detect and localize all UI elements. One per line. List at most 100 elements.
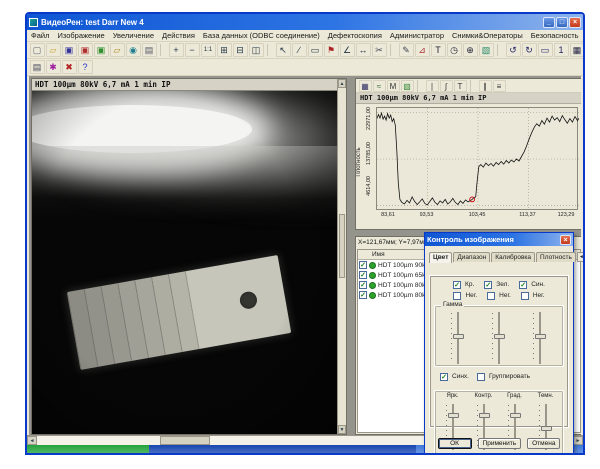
checkbox[interactable] <box>477 373 485 381</box>
tab-цвет[interactable]: Цвет <box>429 252 452 263</box>
checkbox[interactable]: ✓ <box>359 291 367 299</box>
close-button[interactable]: × <box>569 17 581 28</box>
checkbox[interactable]: ✓ <box>484 281 492 289</box>
dialog-title-bar[interactable]: Контроль изображения × <box>425 233 573 246</box>
menu-item-6[interactable]: Администратор <box>386 31 448 40</box>
rotate-left-icon[interactable]: ↺ <box>506 43 521 57</box>
xray-image[interactable] <box>32 91 337 434</box>
fit-window-icon[interactable]: ⊞ <box>217 43 232 57</box>
slider-thumb[interactable] <box>494 334 505 339</box>
minimize-view-icon[interactable]: ▭ <box>538 43 553 57</box>
checkbox-item-нег[interactable]: Нег. <box>521 292 545 300</box>
menu-item-0[interactable]: Файл <box>27 31 53 40</box>
report-icon[interactable]: ▤ <box>30 60 45 74</box>
checkbox[interactable] <box>453 292 461 300</box>
single-view-icon[interactable]: 1 <box>554 43 569 57</box>
checkbox[interactable] <box>521 292 529 300</box>
menu-item-7[interactable]: Снимки&Операторы <box>448 31 527 40</box>
cancel-button[interactable]: Отмена <box>527 438 560 449</box>
checkbox[interactable]: ✓ <box>519 281 527 289</box>
checkbox[interactable]: ✓ <box>440 373 448 381</box>
vertical-marker-icon[interactable]: ∣ <box>426 80 439 92</box>
tab-калибровка[interactable]: Калибровка <box>491 252 535 262</box>
pointer-icon[interactable]: ↖ <box>276 43 291 57</box>
tab-диапазон[interactable]: Диапазон <box>453 252 490 262</box>
color-graph-icon[interactable]: ▧ <box>401 80 414 92</box>
slider-gamma[interactable] <box>489 310 509 366</box>
checkbox[interactable]: ✓ <box>359 281 367 289</box>
pan-icon[interactable]: ↔ <box>356 43 371 57</box>
checkbox[interactable]: ✓ <box>359 261 367 269</box>
open-db-icon[interactable]: ▱ <box>110 43 125 57</box>
split-vertical-icon[interactable]: ◫ <box>249 43 264 57</box>
clock-tool-icon[interactable]: ◷ <box>447 43 462 57</box>
slider-thumb[interactable] <box>453 334 464 339</box>
data-table-icon[interactable]: ▦ <box>359 80 372 92</box>
measure-ruler-icon[interactable]: ▭ <box>308 43 323 57</box>
title-bar[interactable]: ВидеоРен: test Darr New 4 _ □ × <box>27 14 583 30</box>
checkbox-item-группировать[interactable]: Группировать <box>477 373 530 381</box>
scroll-right-icon[interactable]: ► <box>573 436 583 445</box>
menu-item-2[interactable]: Увеличение <box>109 31 158 40</box>
histogram-icon[interactable]: ▧ <box>479 43 494 57</box>
crosshair-icon[interactable]: ⊕ <box>463 43 478 57</box>
minimize-button[interactable]: _ <box>543 17 555 28</box>
integral-icon[interactable]: ∫ <box>440 80 453 92</box>
slider-thumb[interactable] <box>535 334 546 339</box>
print-icon[interactable]: ▤ <box>142 43 157 57</box>
vertical-scroll-thumb[interactable] <box>339 214 345 278</box>
scroll-left-icon[interactable]: ◄ <box>27 436 37 445</box>
slider-gamma[interactable] <box>530 310 550 366</box>
slider-thumb[interactable] <box>448 413 459 418</box>
text-label-icon[interactable]: Т <box>454 80 467 92</box>
image-vertical-scrollbar[interactable]: ▲ ▼ <box>337 79 346 434</box>
checkbox[interactable]: ✓ <box>359 271 367 279</box>
measure-angle-icon[interactable]: ∠ <box>340 43 355 57</box>
levels-icon[interactable]: ≡ <box>493 80 506 92</box>
menu-item-1[interactable]: Изображение <box>53 31 108 40</box>
zoom-in-icon[interactable]: + <box>169 43 184 57</box>
text-tool-icon[interactable]: T <box>431 43 446 57</box>
save-file-icon[interactable]: ▣ <box>62 43 77 57</box>
menu-item-4[interactable]: База данных (ODBC соединение) <box>199 31 324 40</box>
help-icon[interactable]: ? <box>78 60 93 74</box>
marker-flag-icon[interactable]: ⚑ <box>324 43 339 57</box>
zoom-out-icon[interactable]: − <box>185 43 200 57</box>
plot-area[interactable] <box>376 107 578 210</box>
menu-item-8[interactable]: Безопасность <box>527 31 583 40</box>
cursor-line-icon[interactable]: ∥ <box>479 80 492 92</box>
tools-icon[interactable]: ✱ <box>46 60 61 74</box>
checkbox[interactable] <box>487 292 495 300</box>
new-file-icon[interactable]: ▢ <box>30 43 45 57</box>
ok-button[interactable]: ОК <box>438 438 472 449</box>
split-horizontal-icon[interactable]: ⊟ <box>233 43 248 57</box>
cut-icon[interactable]: ✂ <box>372 43 387 57</box>
profile-curve-icon[interactable]: ≈ <box>373 80 386 92</box>
measure-line-icon[interactable]: ∕ <box>292 43 307 57</box>
slider-thumb[interactable] <box>479 413 490 418</box>
open-file-icon[interactable]: ▱ <box>46 43 61 57</box>
scroll-down-icon[interactable]: ▼ <box>338 425 346 434</box>
tab-плотность[interactable]: Плотность <box>536 252 576 262</box>
checkbox-item-нег[interactable]: Нег. <box>453 292 477 300</box>
checkbox-item-нег[interactable]: Нег. <box>487 292 511 300</box>
checkbox-item-зел[interactable]: ✓Зел. <box>484 281 509 289</box>
save-green-icon[interactable]: ▣ <box>94 43 109 57</box>
maximize-button[interactable]: □ <box>556 17 568 28</box>
checkbox-item-синх[interactable]: ✓Синх. <box>440 373 469 381</box>
save-red-icon[interactable]: ▣ <box>78 43 93 57</box>
scroll-up-icon[interactable]: ▲ <box>338 79 346 88</box>
apply-button[interactable]: Применить <box>478 438 522 449</box>
checkbox[interactable]: ✓ <box>453 281 461 289</box>
rotate-right-icon[interactable]: ↻ <box>522 43 537 57</box>
pencil-icon[interactable]: ✎ <box>399 43 414 57</box>
marker-m-icon[interactable]: М <box>387 80 400 92</box>
horizontal-scroll-thumb[interactable] <box>160 436 210 445</box>
checkbox-item-кр[interactable]: ✓Кр. <box>453 281 474 289</box>
menu-item-5[interactable]: Дефектоскопия <box>324 31 386 40</box>
checkbox-item-син[interactable]: ✓Син. <box>519 281 545 289</box>
delete-icon[interactable]: ✖ <box>62 60 77 74</box>
slider-gamma[interactable] <box>448 310 468 366</box>
slider-thumb[interactable] <box>541 426 552 431</box>
menu-item-9[interactable]: Помощь <box>583 31 585 40</box>
